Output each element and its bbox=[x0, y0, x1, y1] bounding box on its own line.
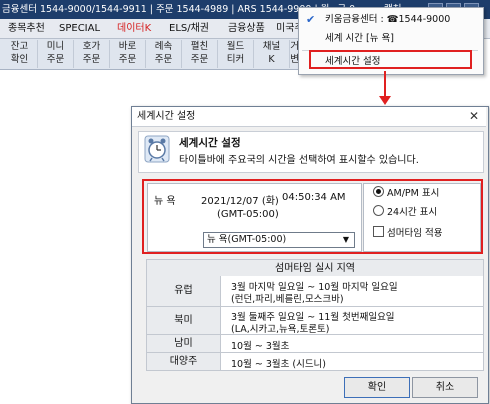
header-title: 세계시간 설정 bbox=[179, 137, 241, 149]
region-cell: 남미 bbox=[147, 335, 221, 352]
menu-item-data-k[interactable]: 데이터K bbox=[117, 19, 151, 38]
menu-item-recommend[interactable]: 종목추천 bbox=[8, 19, 45, 38]
city-name: 뉴 욕 bbox=[154, 196, 176, 207]
table-row: 대양주 10월 ~ 3월초 (시드니) bbox=[146, 353, 484, 371]
toolbar-button-channel-k[interactable]: 채널 K bbox=[254, 40, 290, 68]
city-select-value: 뉴 욕(GMT-05:00) bbox=[207, 234, 287, 245]
radio-ampm-label: AM/PM 표시 bbox=[387, 188, 440, 199]
dialog-title: 세계시간 설정 bbox=[137, 111, 196, 122]
annotation-arrow-head bbox=[379, 96, 391, 105]
dst-checkbox[interactable] bbox=[373, 226, 384, 237]
cities-cell: (런던,파리,베를린,모스크바) bbox=[231, 294, 344, 305]
cancel-button[interactable]: 취소 bbox=[412, 377, 478, 398]
table-row: 유럽 3월 마지막 일요일 ~ 10월 마지막 일요일 (런던,파리,베를린,모… bbox=[146, 276, 484, 307]
menu-item-special[interactable]: SPECIAL bbox=[59, 19, 100, 38]
region-cell: 유럽 bbox=[147, 276, 221, 306]
current-date: 2021/12/07 (화) bbox=[201, 196, 279, 207]
radio-24h-label: 24시간 표시 bbox=[387, 207, 438, 218]
radio-ampm[interactable] bbox=[373, 186, 384, 197]
check-icon: ✔ bbox=[306, 13, 316, 26]
menu-item-kiwoom-center[interactable]: ✔ 키움금융센터 : ☎1544-9000 bbox=[299, 10, 483, 30]
period-cell: 10월 ~ 3월초 (시드니) bbox=[231, 359, 327, 370]
toolbar-button-world-ticker[interactable]: 월드 티커 bbox=[218, 40, 254, 68]
annotation-arrow-shaft bbox=[384, 71, 386, 97]
menu-item-els-bond[interactable]: ELS/채권 bbox=[169, 19, 209, 38]
table-row: 남미 10월 ~ 3월초 bbox=[146, 335, 484, 353]
ok-button[interactable]: 확인 bbox=[344, 377, 410, 398]
toolbar-button-quote-order[interactable]: 호가 주문 bbox=[74, 40, 110, 68]
toolbar-button-expanded-order[interactable]: 펼친 주문 bbox=[182, 40, 218, 68]
region-cell: 대양주 bbox=[147, 353, 221, 370]
region-cell: 북미 bbox=[147, 307, 221, 334]
menu-item-world-time[interactable]: 세계 시간 [뉴 욕] bbox=[299, 29, 483, 49]
annotation-highlight-box bbox=[309, 50, 472, 69]
header-description: 타이틀바에 주요국의 시간을 선택하여 표시할수 있습니다. bbox=[179, 155, 419, 166]
table-row: 북미 3월 둘째주 일요일 ~ 11월 첫번째일요일 (LA,시카고,뉴욕,토론… bbox=[146, 307, 484, 335]
toolbar-button-balance[interactable]: 잔고 확인 bbox=[2, 40, 38, 68]
menu-fragment bbox=[0, 19, 8, 38]
alarm-clock-icon bbox=[144, 135, 170, 163]
quick-toolbar: 잔고확인 미니주문 호가주문 바로주문 례속주문 펼친주문 월드티커 채널K 거… bbox=[0, 39, 310, 70]
cities-cell: (LA,시카고,뉴욕,토론토) bbox=[231, 324, 330, 335]
close-icon[interactable]: ✕ bbox=[467, 109, 481, 123]
chevron-down-icon[interactable]: ▼ bbox=[340, 234, 352, 246]
gmt-offset: (GMT-05:00) bbox=[217, 209, 279, 220]
toolbar-button-mini-order[interactable]: 미니 주문 bbox=[38, 40, 74, 68]
city-select[interactable]: 뉴 욕(GMT-05:00) ▼ bbox=[203, 232, 355, 248]
toolbar-button-continuous-order[interactable]: 례속 주문 bbox=[146, 40, 182, 68]
current-time: 04:50:34 AM bbox=[282, 192, 346, 203]
dst-checkbox-label: 섬머타임 적용 bbox=[387, 228, 443, 239]
period-cell: 10월 ~ 3월초 bbox=[231, 341, 290, 352]
menu-item-financial-products[interactable]: 금융상품 bbox=[228, 19, 265, 38]
toolbar-button-quick-order[interactable]: 바로 주문 bbox=[110, 40, 146, 68]
dialog-title-bar[interactable]: 세계시간 설정 ✕ bbox=[132, 107, 486, 127]
radio-24h[interactable] bbox=[373, 205, 384, 216]
